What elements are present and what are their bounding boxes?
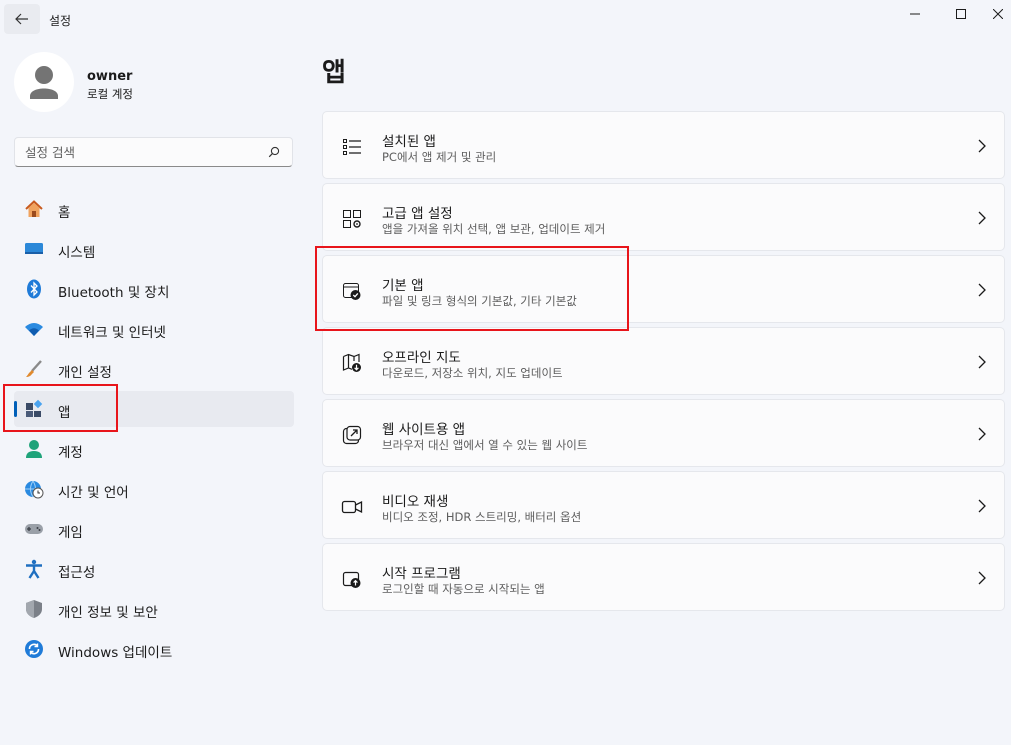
video-icon — [341, 496, 363, 518]
user-name: owner — [87, 69, 133, 84]
avatar[interactable] — [14, 52, 74, 112]
sidebar-item-accounts[interactable]: 계정 — [14, 431, 294, 467]
chevron-right-icon — [978, 571, 986, 585]
sidebar-item-label: Bluetooth 및 장치 — [58, 285, 170, 301]
list-icon — [341, 136, 363, 158]
sidebar-item-label: 시스템 — [58, 245, 96, 261]
sidebar-item-label: 시간 및 언어 — [58, 485, 129, 501]
card-advanced-app-settings[interactable]: 고급 앱 설정 앱을 가져올 위치 선택, 앱 보관, 업데이트 제거 — [322, 183, 1005, 251]
sidebar-item-accessibility[interactable]: 접근성 — [14, 551, 294, 587]
globe-clock-icon — [24, 479, 44, 499]
update-icon — [24, 639, 44, 659]
highlight-box-default-apps — [315, 246, 629, 331]
advanced-apps-icon — [341, 208, 363, 230]
chevron-right-icon — [978, 355, 986, 369]
maximize-icon — [956, 9, 966, 19]
settings-search[interactable] — [14, 137, 293, 167]
back-arrow-icon — [15, 13, 28, 25]
card-subtitle: 비디오 조정, HDR 스트리밍, 배터리 옵션 — [382, 510, 582, 524]
sidebar-item-gaming[interactable]: 게임 — [14, 511, 294, 547]
sidebar-item-label: 게임 — [58, 525, 83, 541]
sidebar-item-personalization[interactable]: 개인 설정 — [14, 351, 294, 387]
chevron-right-icon — [978, 499, 986, 513]
sidebar-item-label: 계정 — [58, 445, 83, 461]
sidebar-item-privacy[interactable]: 개인 정보 및 보안 — [14, 591, 294, 627]
shield-icon — [24, 599, 44, 619]
card-subtitle: 앱을 가져올 위치 선택, 앱 보관, 업데이트 제거 — [382, 222, 606, 236]
sidebar-item-bluetooth[interactable]: Bluetooth 및 장치 — [14, 271, 294, 307]
card-video-playback[interactable]: 비디오 재생 비디오 조정, HDR 스트리밍, 배터리 옵션 — [322, 471, 1005, 539]
web-app-icon — [341, 424, 363, 446]
card-subtitle: PC에서 앱 제거 및 관리 — [382, 150, 497, 164]
highlight-box-apps — [3, 384, 118, 432]
search-input[interactable] — [25, 143, 255, 161]
account-icon — [24, 439, 44, 459]
title-bar: 설정 — [0, 0, 1011, 38]
offline-map-icon — [341, 352, 363, 374]
minimize-icon — [910, 13, 920, 15]
brush-icon — [24, 359, 44, 379]
sidebar-item-label: Windows 업데이트 — [58, 645, 173, 661]
minimize-button[interactable] — [892, 0, 938, 28]
card-startup[interactable]: 시작 프로그램 로그인할 때 자동으로 시작되는 앱 — [322, 543, 1005, 611]
sidebar-item-system[interactable]: 시스템 — [14, 231, 294, 267]
chevron-right-icon — [978, 211, 986, 225]
chevron-right-icon — [978, 139, 986, 153]
card-title: 웹 사이트용 앱 — [382, 422, 466, 438]
card-title: 오프라인 지도 — [382, 350, 461, 366]
chevron-right-icon — [978, 283, 986, 297]
card-title: 설치된 앱 — [382, 134, 436, 150]
card-title: 시작 프로그램 — [382, 566, 461, 582]
home-icon — [24, 199, 44, 219]
sidebar-item-label: 개인 설정 — [58, 365, 112, 381]
startup-icon — [341, 568, 363, 590]
maximize-button[interactable] — [938, 0, 984, 28]
account-type: 로컬 계정 — [87, 87, 133, 101]
chevron-right-icon — [978, 427, 986, 441]
card-offline-maps[interactable]: 오프라인 지도 다운로드, 저장소 위치, 지도 업데이트 — [322, 327, 1005, 395]
sidebar-item-network[interactable]: 네트워크 및 인터넷 — [14, 311, 294, 347]
page-title: 앱 — [322, 58, 346, 88]
bluetooth-icon — [24, 279, 44, 299]
card-subtitle: 로그인할 때 자동으로 시작되는 앱 — [382, 582, 545, 596]
user-avatar-icon — [30, 66, 58, 99]
sidebar-item-time-language[interactable]: 시간 및 언어 — [14, 471, 294, 507]
card-title: 비디오 재생 — [382, 494, 449, 510]
close-button[interactable] — [984, 0, 1011, 28]
sidebar-item-label: 네트워크 및 인터넷 — [58, 325, 166, 341]
back-button[interactable] — [4, 4, 40, 34]
sidebar-item-label: 홈 — [58, 205, 71, 221]
card-subtitle: 다운로드, 저장소 위치, 지도 업데이트 — [382, 366, 563, 380]
system-icon — [24, 239, 44, 259]
accessibility-icon — [24, 559, 44, 579]
sidebar-item-windows-update[interactable]: Windows 업데이트 — [14, 631, 294, 667]
sidebar-item-label: 개인 정보 및 보안 — [58, 605, 158, 621]
sidebar-item-home[interactable]: 홈 — [14, 191, 294, 227]
close-icon — [992, 9, 1003, 19]
window-title: 설정 — [49, 14, 72, 28]
card-title: 고급 앱 설정 — [382, 206, 453, 222]
gamepad-icon — [24, 519, 44, 539]
search-icon — [268, 146, 280, 158]
wifi-icon — [24, 319, 44, 339]
card-installed-apps[interactable]: 설치된 앱 PC에서 앱 제거 및 관리 — [322, 111, 1005, 179]
sidebar-item-label: 접근성 — [58, 565, 96, 581]
card-subtitle: 브라우저 대신 앱에서 열 수 있는 웹 사이트 — [382, 438, 588, 452]
card-apps-for-websites[interactable]: 웹 사이트용 앱 브라우저 대신 앱에서 열 수 있는 웹 사이트 — [322, 399, 1005, 467]
